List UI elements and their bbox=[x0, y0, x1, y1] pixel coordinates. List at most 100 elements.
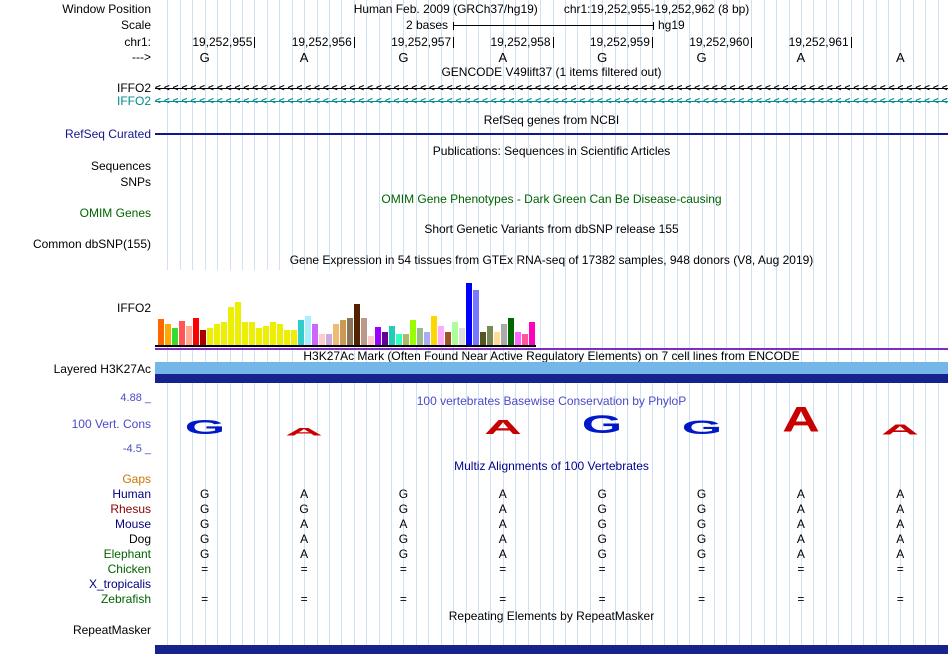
multiz-cell: A bbox=[796, 487, 805, 501]
h3k27ac-signal-band-sky[interactable] bbox=[155, 362, 948, 374]
multiz-cell: G bbox=[696, 487, 707, 501]
multiz-track-title[interactable]: Multiz Alignments of 100 Vertebrates bbox=[155, 460, 948, 473]
multiz-species-label[interactable]: Human bbox=[0, 488, 151, 501]
repeatmasker-track-title[interactable]: Repeating Elements by RepeatMasker bbox=[155, 610, 948, 623]
multiz-cell: = bbox=[201, 562, 209, 576]
omim-genes-label[interactable]: OMIM Genes bbox=[0, 207, 151, 220]
gtex-gene-label[interactable]: IFFO2 bbox=[0, 302, 151, 315]
gtex-track-title[interactable]: Gene Expression in 54 tissues from GTEx … bbox=[155, 254, 948, 267]
multiz-cell: A bbox=[896, 502, 905, 516]
multiz-cell: A bbox=[796, 532, 805, 546]
gencode-strand-arrows[interactable]: <<<<<<<<<<<<<<<<<<<<<<<<<<<<<<<<<<<<<<<<… bbox=[155, 95, 948, 108]
multiz-cell: G bbox=[696, 547, 707, 561]
gtex-bar bbox=[487, 326, 493, 345]
dbsnp-track-title[interactable]: Short Genetic Variants from dbSNP releas… bbox=[155, 223, 948, 236]
window-position-label: Window Position bbox=[62, 2, 151, 16]
gtex-bar bbox=[501, 324, 507, 345]
multiz-cell: G bbox=[597, 502, 607, 516]
gtex-bar bbox=[165, 324, 171, 345]
bottom-track-bar[interactable] bbox=[155, 645, 948, 654]
reference-base: A bbox=[895, 50, 905, 65]
phylop-track-label[interactable]: 100 Vert. Cons bbox=[0, 418, 151, 431]
multiz-cell: A bbox=[896, 487, 905, 501]
multiz-cell: A bbox=[498, 517, 507, 531]
refseq-track-title[interactable]: RefSeq genes from NCBI bbox=[155, 114, 948, 127]
phylop-track-title[interactable]: 100 vertebrates Basewise Conservation by… bbox=[155, 395, 948, 408]
multiz-species-label[interactable]: Zebrafish bbox=[0, 593, 151, 606]
multiz-cell: G bbox=[597, 532, 607, 546]
gtex-bar bbox=[354, 304, 360, 345]
gtex-bar bbox=[452, 322, 458, 345]
h3k27ac-label[interactable]: Layered H3K27Ac bbox=[0, 363, 151, 376]
multiz-species-label[interactable]: X_tropicalis bbox=[0, 578, 151, 591]
gtex-bar bbox=[319, 334, 325, 345]
gtex-bar bbox=[431, 316, 437, 345]
gencode-strand-arrows[interactable]: <<<<<<<<<<<<<<<<<<<<<<<<<<<<<<<<<<<<<<<<… bbox=[155, 82, 948, 95]
gtex-bar bbox=[193, 318, 199, 345]
sequences-label[interactable]: Sequences bbox=[0, 160, 151, 173]
multiz-species-label[interactable]: Elephant bbox=[0, 548, 151, 561]
gtex-bar bbox=[529, 322, 535, 345]
position-label: 19,252,958 bbox=[490, 35, 551, 49]
scale-ruler-line bbox=[454, 25, 653, 26]
position-label: 19,252,961 bbox=[788, 35, 849, 49]
multiz-cell: A bbox=[896, 517, 905, 531]
snps-label[interactable]: SNPs bbox=[0, 176, 151, 189]
multiz-cell: = bbox=[399, 562, 407, 576]
reference-base: G bbox=[696, 50, 707, 65]
multiz-cell: G bbox=[597, 517, 607, 531]
multiz-species-label[interactable]: Dog bbox=[0, 533, 151, 546]
multiz-cell: = bbox=[598, 592, 606, 606]
refseq-gene-line[interactable] bbox=[155, 133, 948, 135]
multiz-cell: A bbox=[498, 502, 507, 516]
range-title: chr1:19,252,955-19,252,962 (8 bp) bbox=[563, 2, 750, 16]
reference-base: A bbox=[299, 50, 309, 65]
repeatmasker-label[interactable]: RepeatMasker bbox=[0, 624, 151, 637]
omim-track-title[interactable]: OMIM Gene Phenotypes - Dark Green Can Be… bbox=[155, 193, 948, 206]
gencode-track-title[interactable]: GENCODE V49lift37 (1 items filtered out) bbox=[155, 66, 948, 79]
publications-track-title[interactable]: Publications: Sequences in Scientific Ar… bbox=[155, 145, 948, 158]
gtex-bar bbox=[403, 334, 409, 345]
phylop-letter: G bbox=[581, 410, 623, 439]
gtex-bar bbox=[305, 316, 311, 345]
gtex-bar bbox=[256, 328, 262, 345]
multiz-cell: = bbox=[300, 562, 308, 576]
multiz-cell: G bbox=[200, 517, 210, 531]
h3k27ac-signal-band-navy[interactable] bbox=[155, 374, 948, 383]
gtex-bar bbox=[389, 326, 395, 345]
multiz-species-label[interactable]: Chicken bbox=[0, 563, 151, 576]
gtex-bar bbox=[228, 307, 234, 345]
phylop-letter: G bbox=[184, 414, 225, 439]
multiz-cell: G bbox=[696, 532, 707, 546]
gtex-bar bbox=[179, 321, 185, 345]
multiz-cell: = bbox=[896, 592, 904, 606]
position-label: 19,252,956 bbox=[291, 35, 352, 49]
phylop-letter: A bbox=[285, 425, 323, 438]
multiz-cell: = bbox=[797, 592, 805, 606]
phylop-letter: A bbox=[483, 414, 522, 439]
multiz-cell: = bbox=[698, 592, 706, 606]
gtex-bar bbox=[494, 332, 500, 345]
genome-browser-image[interactable]: Window Position Human Feb. 2009 (GRCh37/… bbox=[0, 0, 950, 654]
chrom-label: chr1: bbox=[124, 35, 151, 49]
refseq-curated-label[interactable]: RefSeq Curated bbox=[0, 128, 151, 141]
gencode-gene-label[interactable]: IFFO2 bbox=[0, 95, 151, 108]
multiz-species-label[interactable]: Mouse bbox=[0, 518, 151, 531]
gtex-bar bbox=[263, 326, 269, 345]
gtex-bar bbox=[235, 302, 241, 345]
multiz-cell: = bbox=[399, 592, 407, 606]
multiz-cell: G bbox=[200, 487, 210, 501]
gtex-bar bbox=[249, 322, 255, 345]
multiz-cell: = bbox=[698, 562, 706, 576]
multiz-species-label[interactable]: Gaps bbox=[0, 473, 151, 486]
gtex-bar bbox=[375, 327, 381, 345]
gtex-bar bbox=[158, 319, 164, 345]
multiz-species-label[interactable]: Rhesus bbox=[0, 503, 151, 516]
reference-base: G bbox=[398, 50, 409, 65]
gtex-baseline bbox=[155, 345, 536, 347]
position-label: 19,252,955 bbox=[192, 35, 253, 49]
position-label: 19,252,957 bbox=[391, 35, 452, 49]
position-label: 19,252,960 bbox=[689, 35, 750, 49]
phylop-min-value: -4.5 _ bbox=[122, 443, 151, 455]
dbsnp-label[interactable]: Common dbSNP(155) bbox=[0, 238, 151, 251]
